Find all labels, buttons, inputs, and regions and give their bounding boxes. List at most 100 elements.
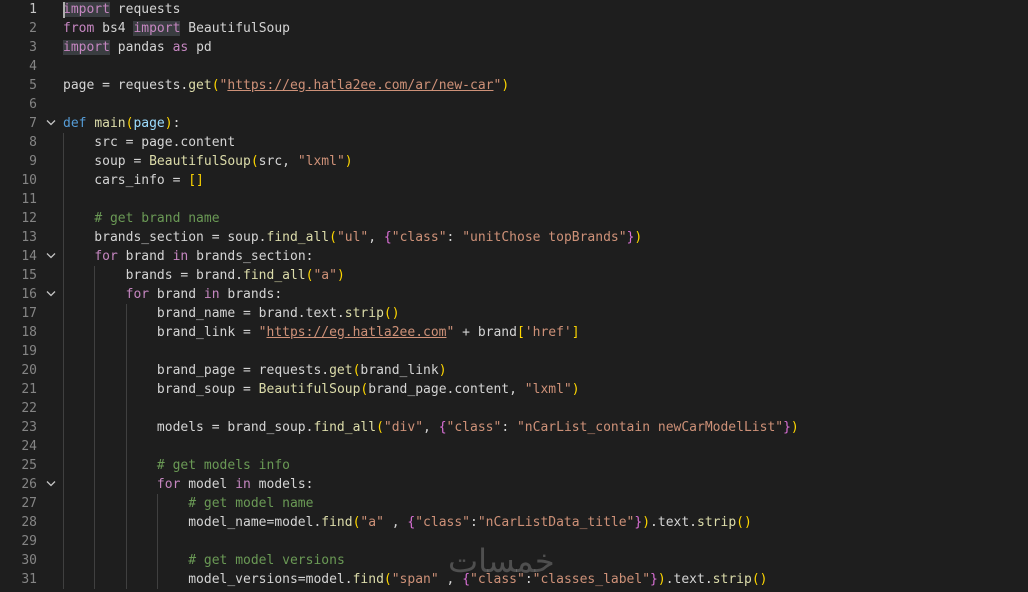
code-line[interactable]: 13 brands_section = soup.find_all("ul", … xyxy=(0,228,1028,247)
code-line[interactable]: 8 src = page.content xyxy=(0,133,1028,152)
code-line[interactable]: 15 brands = brand.find_all("a") xyxy=(0,266,1028,285)
code-token: import xyxy=(63,40,110,55)
code-token: .text. xyxy=(665,572,713,587)
code-line[interactable]: 14 for brand in brands_section: xyxy=(0,247,1028,266)
code-token: def xyxy=(63,116,87,131)
line-number: 9 xyxy=(29,154,37,169)
code-line[interactable]: 7 def main(page): xyxy=(0,114,1028,133)
line-number: 8 xyxy=(29,135,37,150)
code-token: # get model name xyxy=(188,496,314,511)
code-text: brands = brand.find_all("a") xyxy=(63,266,345,285)
code-token: soup = xyxy=(63,154,150,169)
code-line[interactable]: 28 model_name=model.find("a" , {"class":… xyxy=(0,513,1028,532)
indent-guide xyxy=(125,456,127,475)
text-cursor xyxy=(63,2,65,18)
code-line[interactable]: 22 xyxy=(0,399,1028,418)
code-token: for xyxy=(94,249,118,264)
code-token: model xyxy=(180,477,236,492)
code-line[interactable]: 9 soup = BeautifulSoup(src, "lxml") xyxy=(0,152,1028,171)
code-line[interactable]: 20 brand_page = requests.get(brand_link) xyxy=(0,361,1028,380)
code-token: pd xyxy=(188,40,212,55)
line-number: 15 xyxy=(21,268,37,283)
code-token: .text. xyxy=(650,515,698,530)
code-line[interactable]: 19 xyxy=(0,342,1028,361)
code-line[interactable]: 12 # get brand name xyxy=(0,209,1028,228)
code-editor[interactable]: 1 import requests 2 from bs4 import Beautif… xyxy=(0,0,1028,592)
fold-chevron-icon[interactable] xyxy=(44,114,58,133)
indent-guide xyxy=(94,532,96,551)
indent-guide xyxy=(125,570,127,589)
code-text: # get model name xyxy=(63,494,313,513)
indent-guide xyxy=(63,228,64,247)
code-token: : xyxy=(470,515,478,530)
code-line[interactable]: 2 from bs4 import BeautifulSoup xyxy=(0,19,1028,38)
fold-chevron-icon[interactable] xyxy=(44,247,58,266)
indent-guide xyxy=(94,551,96,570)
indent-guide xyxy=(94,494,96,513)
code-token: : xyxy=(446,230,463,245)
code-text: # get models info xyxy=(63,456,290,475)
code-line[interactable]: 18 brand_link = "https://eg.hatla2ee.com… xyxy=(0,323,1028,342)
fold-chevron-icon[interactable] xyxy=(44,285,58,304)
watermark-logo: خمسات xyxy=(448,542,555,580)
indent-guide xyxy=(94,285,96,304)
code-line[interactable]: 24 xyxy=(0,437,1028,456)
code-line[interactable]: 3 import pandas as pd xyxy=(0,38,1028,57)
code-line[interactable]: 25 # get models info xyxy=(0,456,1028,475)
code-token: { xyxy=(438,420,447,435)
code-token: { xyxy=(383,230,392,245)
code-text: models = brand_soup.find_all("div", {"cl… xyxy=(63,418,799,437)
indent-guide xyxy=(94,570,96,589)
line-number: 16 xyxy=(21,287,37,302)
code-token: find_all xyxy=(266,230,330,245)
indent-guide xyxy=(63,266,64,285)
line-number: 25 xyxy=(21,458,37,473)
code-line[interactable]: 23 models = brand_soup.find_all("div", {… xyxy=(0,418,1028,437)
code-token: import xyxy=(133,21,181,36)
code-token: "a" xyxy=(360,515,384,530)
code-token: ) xyxy=(438,363,447,378)
code-token: + brand xyxy=(454,325,517,340)
code-line[interactable]: 10 cars_info = [] xyxy=(0,171,1028,190)
code-token: brands_section = soup. xyxy=(63,230,267,245)
indent-guide xyxy=(125,513,127,532)
fold-chevron-icon[interactable] xyxy=(44,475,58,494)
code-line[interactable]: 27 # get model name xyxy=(0,494,1028,513)
code-token: : xyxy=(501,420,517,435)
code-line[interactable]: 26 for model in models: xyxy=(0,475,1028,494)
code-text: import requests xyxy=(63,0,180,19)
code-line[interactable]: 6 xyxy=(0,95,1028,114)
line-number: 31 xyxy=(21,572,37,587)
code-token: () xyxy=(751,572,768,587)
code-line[interactable]: 16 for brand in brands: xyxy=(0,285,1028,304)
line-number: 6 xyxy=(29,97,37,112)
code-token: "a" xyxy=(313,268,337,283)
code-token: "class" xyxy=(415,515,471,530)
code-line[interactable]: 11 xyxy=(0,190,1028,209)
indent-guide xyxy=(94,380,96,399)
code-token: get xyxy=(329,363,353,378)
code-line[interactable]: 17 brand_name = brand.text.strip() xyxy=(0,304,1028,323)
code-token: brands: xyxy=(219,287,283,302)
code-line[interactable]: 5 page = requests.get("https://eg.hatla2e… xyxy=(0,76,1028,95)
code-line[interactable]: 21 brand_soup = BeautifulSoup(brand_page… xyxy=(0,380,1028,399)
indent-guide xyxy=(63,570,64,589)
code-token: strip xyxy=(344,306,384,321)
line-number: 10 xyxy=(21,173,37,188)
code-line[interactable]: 1 import requests xyxy=(0,0,1028,19)
code-text: brand_soup = BeautifulSoup(brand_page.co… xyxy=(63,380,580,399)
code-token: "div" xyxy=(383,420,424,435)
code-token: "class" xyxy=(391,230,447,245)
indent-guide xyxy=(63,399,64,418)
code-token: # get brand name xyxy=(94,211,220,226)
line-number: 12 xyxy=(21,211,37,226)
code-line[interactable]: 4 xyxy=(0,57,1028,76)
code-token: 'href' xyxy=(524,325,572,340)
code-token: "lxml" xyxy=(524,382,572,397)
code-token: ] xyxy=(571,325,580,340)
code-token: "class" xyxy=(446,420,502,435)
code-token: pandas xyxy=(109,40,173,55)
code-token: brand_soup = xyxy=(63,382,259,397)
